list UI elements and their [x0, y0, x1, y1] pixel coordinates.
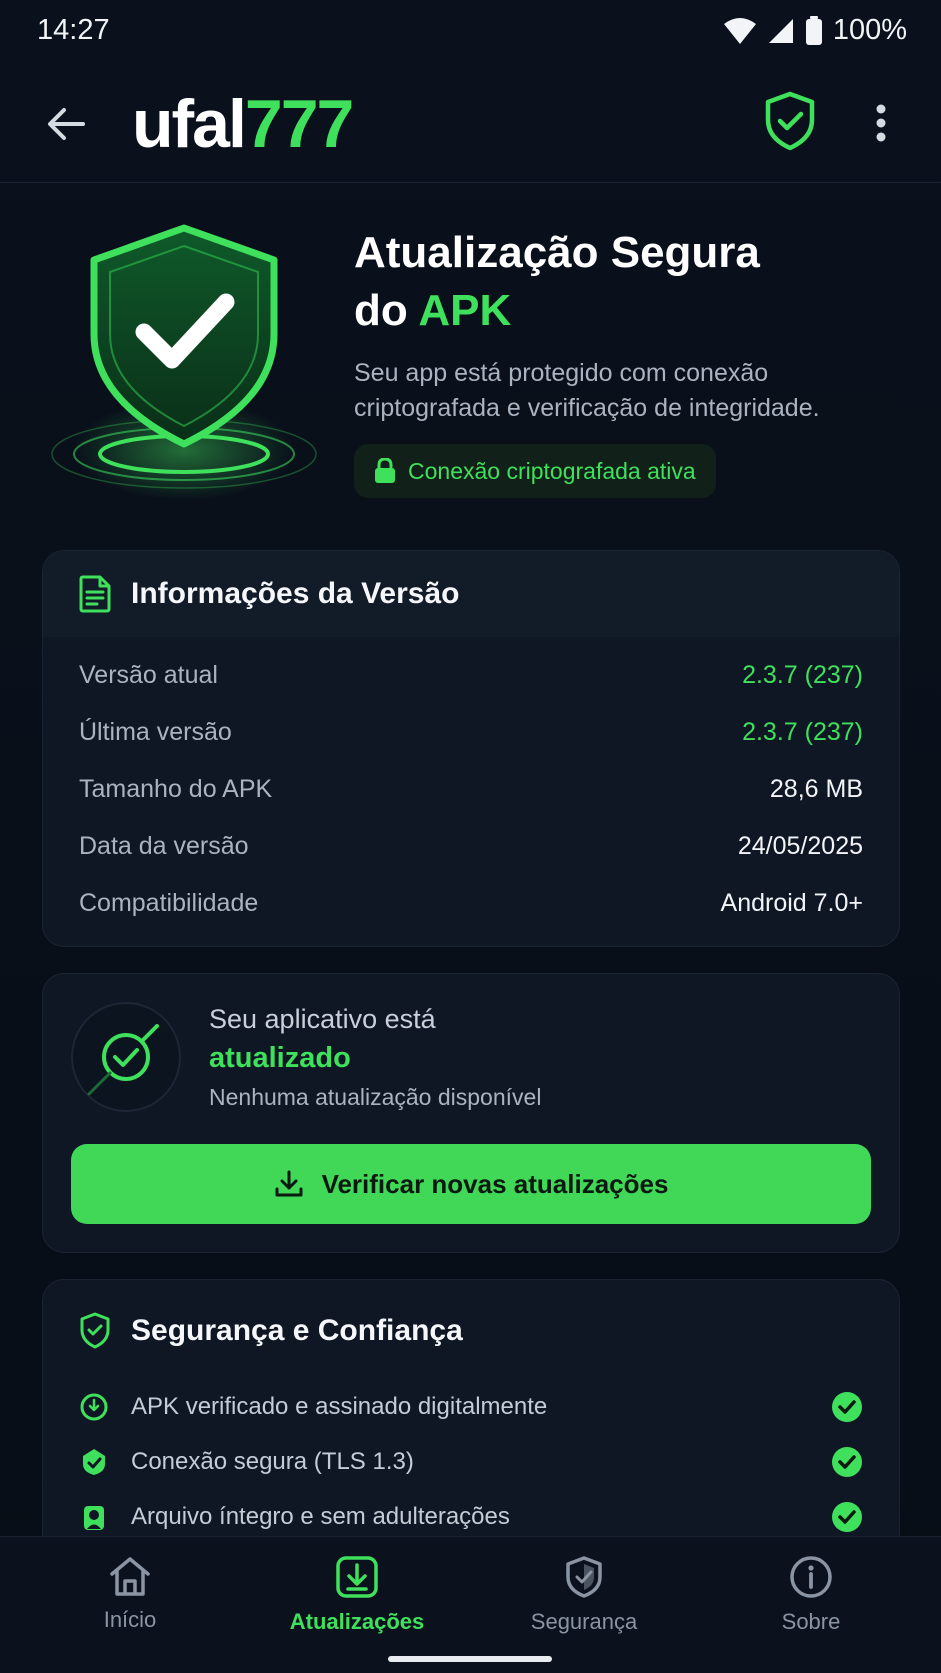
version-info-header: Informações da Versão	[43, 551, 899, 637]
info-label: Data da versão	[79, 832, 249, 860]
download-icon	[336, 1556, 378, 1598]
wifi-icon	[723, 17, 756, 44]
info-value: 28,6 MB	[769, 775, 863, 803]
nav-label: Sobre	[781, 1609, 841, 1634]
brand-logo: ufal777	[132, 86, 354, 162]
nav-label: Segurança	[530, 1609, 638, 1634]
hero-title: Atualização Segura do APK	[354, 224, 914, 340]
info-label: Última versão	[79, 718, 232, 746]
arrow-left-icon	[48, 108, 85, 140]
info-value: Android 7.0+	[720, 889, 863, 917]
status-bar: 14:27 100%	[0, 0, 941, 62]
security-header: Segurança e Confiança	[79, 1312, 463, 1350]
info-row-release-date: Data da versão 24/05/2025	[43, 818, 899, 875]
brand-number: 777	[244, 86, 354, 162]
download-icon	[275, 1170, 303, 1197]
security-item: Conexão segura (TLS 1.3)	[79, 1442, 863, 1482]
info-value: 2.3.7 (237)	[742, 661, 863, 689]
app-bar: ufal777	[0, 66, 941, 183]
brand-name: ufal	[132, 86, 247, 162]
signal-icon	[768, 18, 793, 43]
security-item-label: APK verificado e assinado digitalmente	[131, 1393, 548, 1420]
check-circle-icon	[832, 1447, 862, 1477]
info-label: Compatibilidade	[79, 889, 259, 917]
update-status-detail: Nenhuma atualização disponível	[209, 1084, 542, 1110]
hero-title-line1: Atualização Segura	[354, 228, 760, 277]
update-status-card: Seu aplicativo está atualizado Nenhuma a…	[42, 973, 900, 1253]
hero-title-prefix: do	[354, 286, 419, 335]
more-options-button[interactable]	[866, 98, 896, 148]
info-row-apk-size: Tamanho do APK 28,6 MB	[43, 761, 899, 818]
info-row-latest-version: Última versão 2.3.7 (237)	[43, 704, 899, 761]
secure-shield-illustration-icon	[51, 224, 317, 498]
check-circle-icon	[71, 1002, 181, 1112]
security-item: APK verificado e assinado digitalmente	[79, 1387, 863, 1427]
hero-title-accent: APK	[418, 286, 512, 335]
badge-check-icon	[80, 1393, 108, 1421]
info-row-compatibility: Compatibilidade Android 7.0+	[43, 875, 899, 932]
hero-description: Seu app está protegido com conexão cript…	[354, 359, 820, 422]
nav-item-updates[interactable]: Atualizações	[257, 1555, 457, 1645]
info-row-current-version: Versão atual 2.3.7 (237)	[43, 647, 899, 704]
app-screen: 14:27 100% ufal777 Atualização Segura do…	[0, 0, 941, 1673]
nav-label: Atualizações	[289, 1609, 425, 1634]
nav-item-about[interactable]: Sobre	[711, 1555, 911, 1645]
nav-item-home[interactable]: Início	[30, 1555, 230, 1645]
more-vertical-icon	[876, 104, 886, 142]
check-updates-label: Verificar novas atualizações	[321, 1168, 669, 1199]
version-info-card: Informações da Versão Versão atual 2.3.7…	[42, 550, 900, 947]
update-status-value: atualizado	[209, 1042, 351, 1074]
security-item: Arquivo íntegro e sem adulterações	[79, 1497, 863, 1537]
document-icon	[79, 575, 111, 613]
info-label: Versão atual	[79, 661, 218, 689]
lock-icon	[375, 458, 395, 483]
version-info-rows: Versão atual 2.3.7 (237) Última versão 2…	[43, 637, 899, 932]
status-time: 14:27	[37, 14, 110, 46]
info-label: Tamanho do APK	[79, 775, 273, 803]
nav-label: Início	[103, 1607, 157, 1632]
nav-item-security[interactable]: Segurança	[484, 1555, 684, 1645]
version-info-title: Informações da Versão	[131, 577, 460, 610]
check-updates-button[interactable]: Verificar novas atualizações	[71, 1144, 871, 1224]
shield-icon	[566, 1556, 602, 1598]
battery-icon	[805, 15, 822, 45]
battery-percentage: 100%	[832, 14, 907, 46]
bottom-navigation: Início Atualizações Segurança Sobre	[0, 1536, 941, 1673]
check-circle-icon	[832, 1392, 862, 1422]
status-icons: 100%	[723, 14, 907, 47]
shield-check-icon	[765, 91, 815, 151]
security-status-button[interactable]	[762, 90, 818, 152]
check-circle-icon	[832, 1502, 862, 1532]
security-item-label: Arquivo íntegro e sem adulterações	[131, 1503, 510, 1530]
security-title: Segurança e Confiança	[131, 1314, 463, 1347]
info-value: 2.3.7 (237)	[742, 718, 863, 746]
home-icon	[110, 1557, 150, 1596]
back-button[interactable]	[40, 98, 92, 150]
info-icon	[790, 1556, 832, 1598]
info-value: 24/05/2025	[737, 832, 863, 860]
home-indicator[interactable]	[388, 1656, 552, 1662]
secure-connection-icon	[83, 1449, 105, 1475]
security-item-label: Conexão segura (TLS 1.3)	[131, 1448, 414, 1475]
encryption-status-text: Conexão criptografada ativa	[408, 457, 696, 484]
file-integrity-icon	[84, 1506, 104, 1530]
update-status-line1: Seu aplicativo está	[209, 1004, 436, 1034]
encryption-status-badge: Conexão criptografada ativa	[354, 444, 716, 498]
shield-check-icon	[80, 1312, 110, 1349]
